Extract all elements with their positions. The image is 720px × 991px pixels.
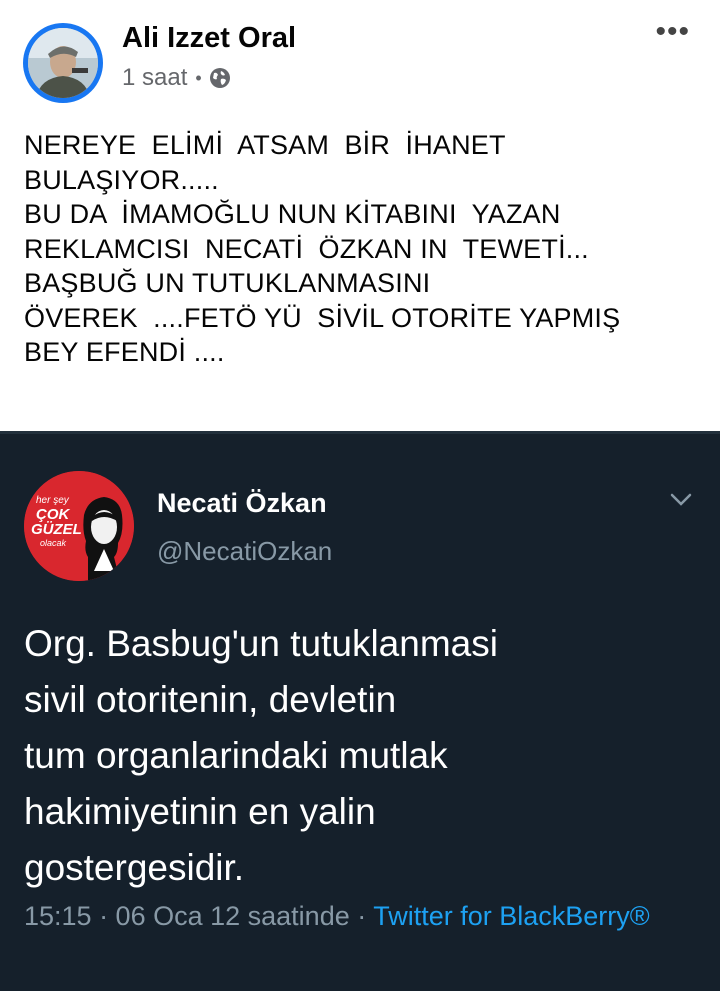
tweet-footer: 15:15 · 06 Oca 12 saatinde · Twitter for… — [24, 898, 684, 935]
tweet-timestamp: 15:15 · 06 Oca 12 saatinde · — [24, 901, 374, 931]
globe-icon[interactable] — [208, 66, 232, 90]
post-header: Ali Izzet Oral 1 saat • ••• — [0, 0, 720, 110]
author-avatar[interactable] — [23, 23, 103, 103]
post-meta: 1 saat • — [122, 64, 232, 92]
tweet-screenshot[interactable]: her şey ÇOK GÜZEL olacak Necati Özkan @N… — [0, 431, 720, 991]
tweet-author-name: Necati Özkan — [157, 488, 327, 518]
avatar-photo — [28, 28, 98, 98]
tweet-source: Twitter for BlackBerry® — [373, 901, 650, 931]
post-text: NEREYE ELİMİ ATSAM BİR İHANET BULAŞIYOR.… — [24, 130, 621, 367]
tweet-text: Org. Basbug'un tutuklanmasi sivil otorit… — [24, 623, 498, 888]
divider — [0, 431, 720, 434]
chevron-down-icon — [670, 493, 692, 506]
avatar-text-line1: her şey — [36, 495, 70, 506]
author-name[interactable]: Ali Izzet Oral — [122, 22, 296, 55]
post-time[interactable]: 1 saat — [122, 64, 187, 92]
meta-separator: • — [195, 67, 202, 88]
tweet-author-handle: @NecatiOzkan — [157, 536, 333, 566]
avatar-text-line4: olacak — [40, 538, 67, 548]
avatar-text-line3: GÜZEL — [31, 521, 82, 538]
more-options-icon[interactable]: ••• — [655, 17, 690, 47]
tweet-avatar: her şey ÇOK GÜZEL olacak — [24, 471, 134, 581]
